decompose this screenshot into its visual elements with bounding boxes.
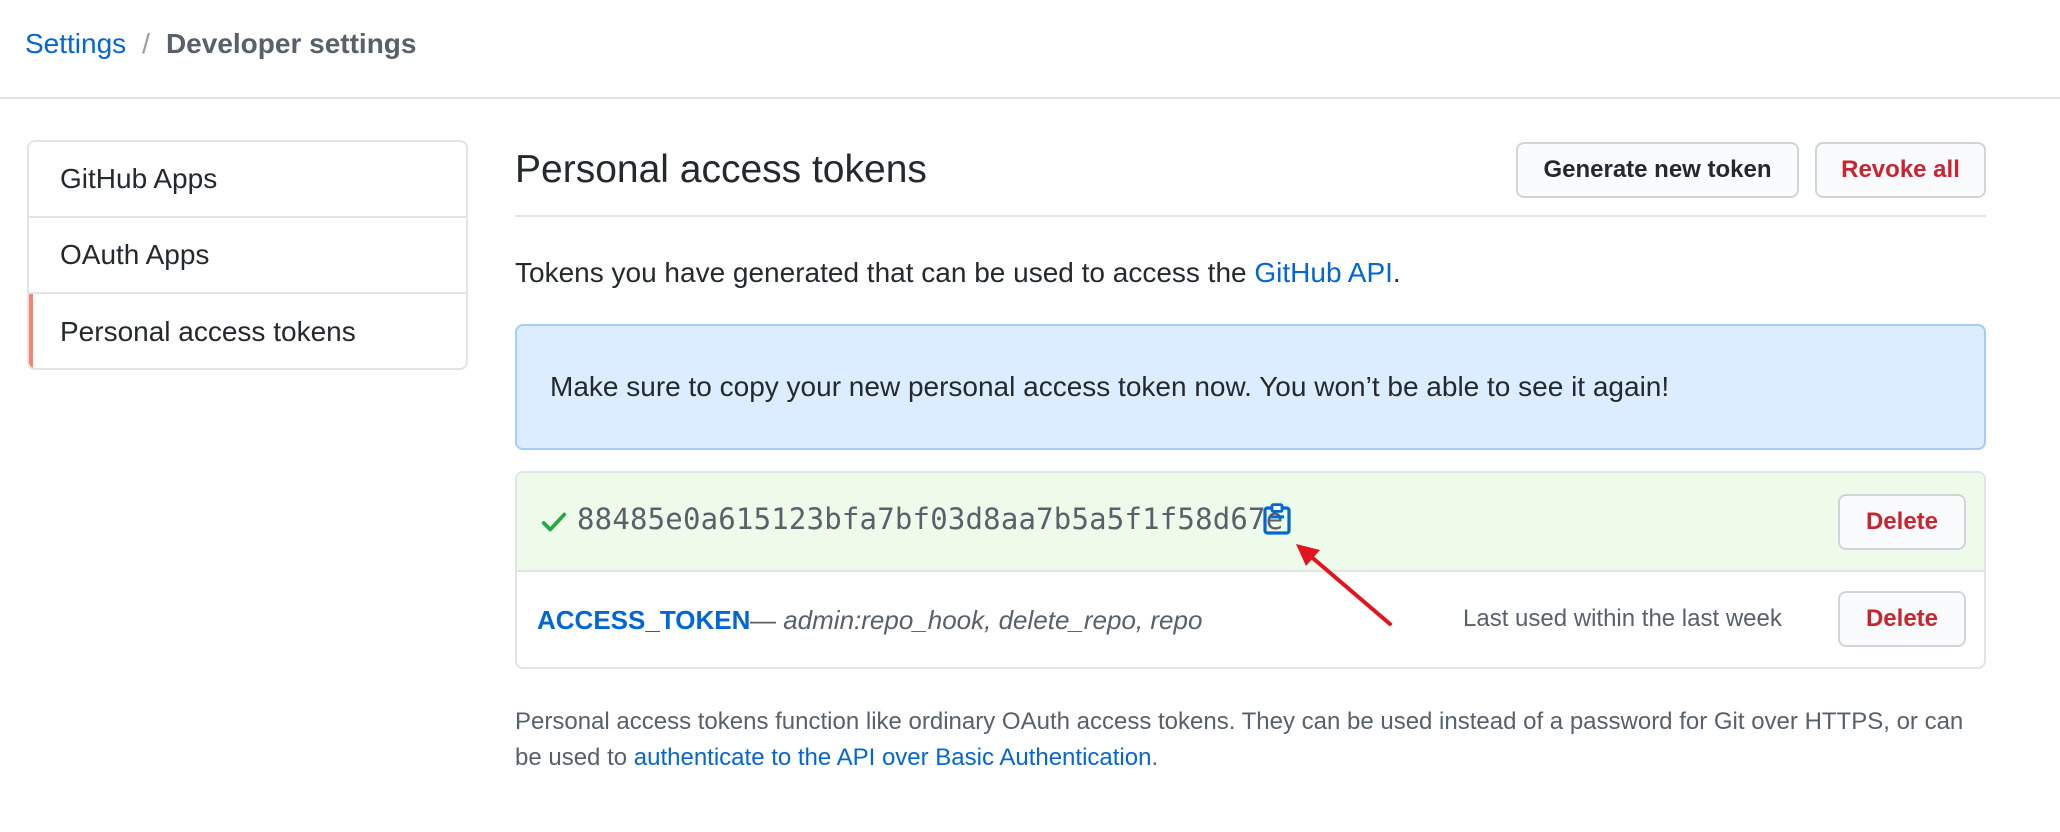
copy-token-notice: Make sure to copy your new personal acce… bbox=[515, 324, 1986, 450]
sidebar-item-label: GitHub Apps bbox=[60, 163, 218, 194]
sidebar-item-oauth-apps[interactable]: OAuth Apps bbox=[29, 218, 466, 294]
new-token-value[interactable]: 88485e0a615123bfa7bf03d8aa7b5a5f1f58d67e bbox=[577, 502, 1283, 536]
sidebar-item-github-apps[interactable]: GitHub Apps bbox=[29, 142, 466, 218]
heading-divider bbox=[515, 215, 1986, 217]
token-help-note: Personal access tokens function like ord… bbox=[515, 704, 1986, 776]
breadcrumb-current: Developer settings bbox=[165, 28, 417, 59]
github-api-link[interactable]: GitHub API bbox=[1254, 257, 1393, 288]
intro-text: Tokens you have generated that can be us… bbox=[515, 257, 1401, 289]
clipboard-icon[interactable] bbox=[1262, 503, 1292, 535]
settings-sidebar: GitHub Apps OAuth Apps Personal access t… bbox=[27, 140, 468, 370]
breadcrumb-separator: / bbox=[142, 28, 150, 59]
new-token-row: 88485e0a615123bfa7bf03d8aa7b5a5f1f58d67e… bbox=[517, 473, 1984, 572]
breadcrumb: Settings / Developer settings bbox=[25, 28, 416, 60]
token-last-used: Last used within the last week bbox=[1463, 605, 1782, 632]
copy-token-notice-text: Make sure to copy your new personal acce… bbox=[550, 371, 1670, 402]
intro-text-suffix: . bbox=[1392, 257, 1401, 288]
sidebar-item-personal-access-tokens[interactable]: Personal access tokens bbox=[29, 294, 466, 368]
check-icon bbox=[541, 512, 567, 532]
breadcrumb-settings-link[interactable]: Settings bbox=[25, 28, 126, 60]
intro-text-body: Tokens you have generated that can be us… bbox=[515, 257, 1255, 288]
page-title: Personal access tokens bbox=[515, 148, 927, 191]
sidebar-item-label: OAuth Apps bbox=[60, 239, 210, 270]
token-help-suffix: . bbox=[1151, 744, 1159, 771]
delete-new-token-button[interactable]: Delete bbox=[1838, 494, 1966, 550]
token-list: 88485e0a615123bfa7bf03d8aa7b5a5f1f58d67e… bbox=[515, 471, 1986, 669]
sidebar-item-label: Personal access tokens bbox=[60, 316, 356, 347]
revoke-all-button[interactable]: Revoke all bbox=[1815, 142, 1986, 198]
basic-auth-link[interactable]: authenticate to the API over Basic Authe… bbox=[634, 744, 1152, 771]
token-scopes: — admin:repo_hook, delete_repo, repo bbox=[750, 605, 1203, 635]
token-row: ACCESS_TOKEN — admin:repo_hook, delete_r… bbox=[517, 572, 1984, 667]
delete-token-button[interactable]: Delete bbox=[1838, 591, 1966, 647]
top-header: Settings / Developer settings bbox=[0, 0, 2060, 99]
annotation-arrow-icon bbox=[1296, 544, 1392, 626]
generate-new-token-button[interactable]: Generate new token bbox=[1516, 142, 1799, 198]
token-name-link[interactable]: ACCESS_TOKEN bbox=[537, 605, 750, 636]
